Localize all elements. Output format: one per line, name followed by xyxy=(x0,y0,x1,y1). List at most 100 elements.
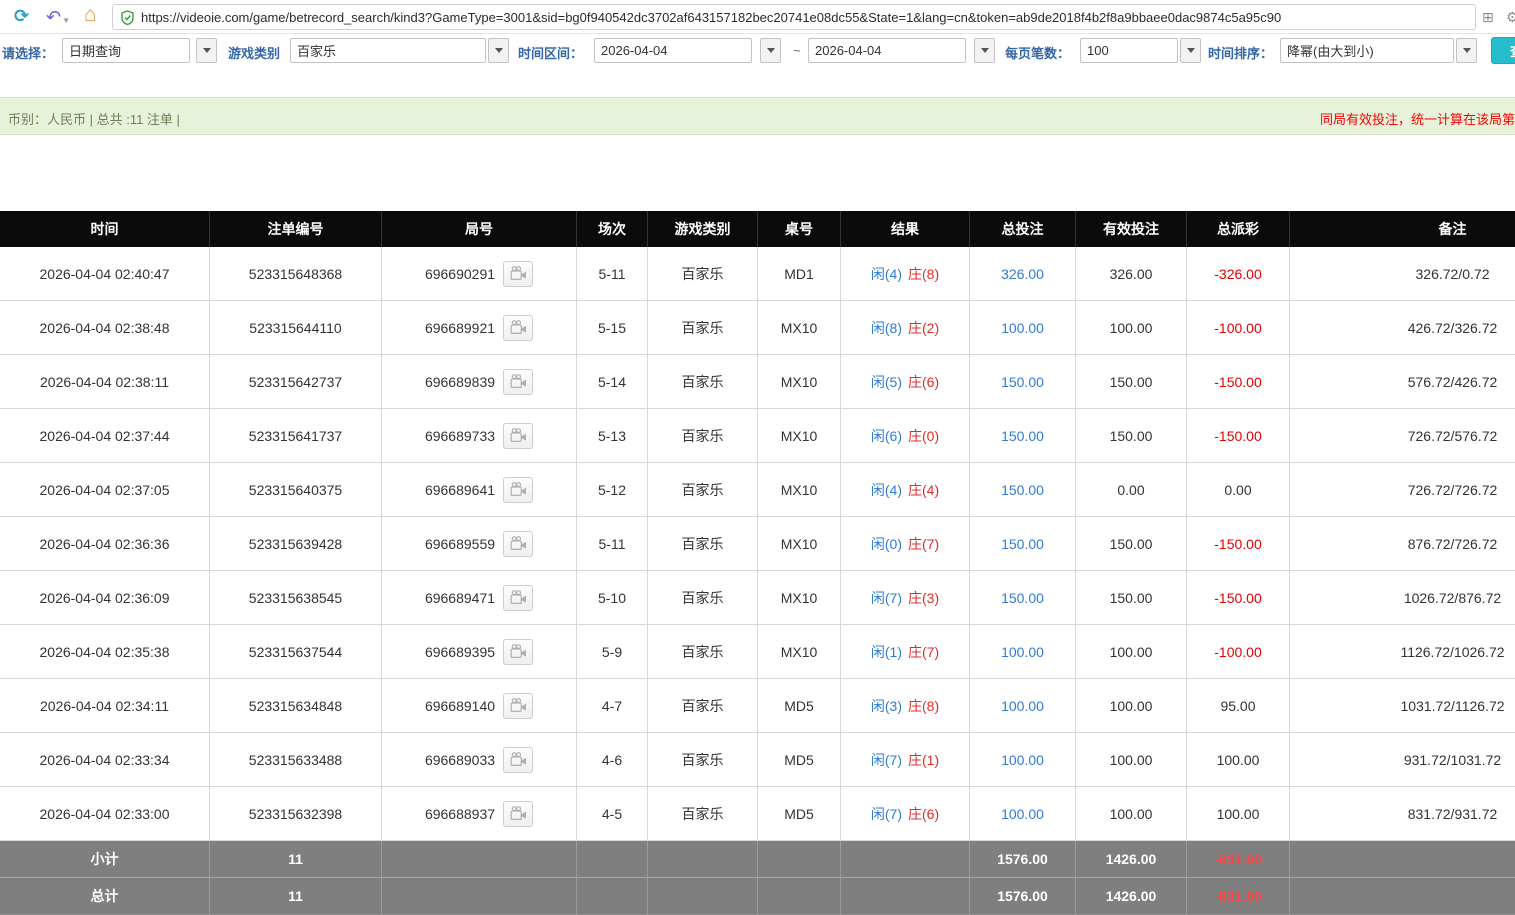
cell-result: 闲(7) 庄(3) xyxy=(841,571,970,625)
cell-session: 5-14 xyxy=(577,355,648,409)
url-text[interactable]: https://videoie.com/game/betrecord_searc… xyxy=(141,10,1281,25)
result-banker: 庄(8) xyxy=(908,265,940,282)
cell-total-bet[interactable]: 150.00 xyxy=(970,463,1076,517)
date-from-dropdown-arrow-icon[interactable] xyxy=(760,38,781,63)
video-replay-button[interactable] xyxy=(503,638,534,665)
page-size-dropdown-arrow-icon[interactable] xyxy=(1180,38,1201,63)
cell-time: 2026-04-04 02:34:11 xyxy=(0,679,210,733)
table-row: 2026-04-04 02:37:44 523315641737 6966897… xyxy=(0,409,1515,463)
video-replay-button[interactable] xyxy=(503,260,534,287)
cell-valid-bet: 150.00 xyxy=(1076,517,1187,571)
cell-total-bet[interactable]: 326.00 xyxy=(970,247,1076,301)
cell-session: 5-10 xyxy=(577,571,648,625)
query-type-dropdown-arrow-icon[interactable] xyxy=(196,38,217,63)
undo-dropdown-caret-icon[interactable]: ▼ xyxy=(62,16,70,25)
cell-valid-bet: 150.00 xyxy=(1076,409,1187,463)
cell-session: 5-12 xyxy=(577,463,648,517)
cell-total-payout: -100.00 xyxy=(1187,625,1290,679)
cell-round: 696689033 xyxy=(382,733,577,787)
table-row: 2026-04-04 02:33:00 523315632398 6966889… xyxy=(0,787,1515,841)
cell-time: 2026-04-04 02:37:05 xyxy=(0,463,210,517)
undo-button[interactable]: ↶ ▼ xyxy=(46,7,70,28)
result-player: 闲(6) xyxy=(870,427,902,444)
apps-grid-icon[interactable]: ⊞ xyxy=(1482,9,1494,26)
cell-time: 2026-04-04 02:38:11 xyxy=(0,355,210,409)
game-category-input[interactable] xyxy=(290,38,486,63)
result-banker: 庄(2) xyxy=(908,319,940,336)
table-header-row: 时间 注单编号 局号 场次 游戏类别 桌号 结果 总投注 有效投注 总派彩 备注 xyxy=(0,211,1515,247)
cell-table-number: MX10 xyxy=(758,301,841,355)
cell-total-payout: -326.00 xyxy=(1187,247,1290,301)
column-header: 场次 xyxy=(577,211,648,247)
video-replay-button[interactable] xyxy=(503,800,534,827)
result-banker: 庄(0) xyxy=(908,427,940,444)
cell-valid-bet: 150.00 xyxy=(1076,355,1187,409)
time-sort-dropdown-arrow-icon[interactable] xyxy=(1456,38,1477,63)
cell-note: 1026.72/876.72 xyxy=(1290,571,1515,625)
game-category-dropdown-arrow-icon[interactable] xyxy=(488,38,509,63)
subtotal-count: 11 xyxy=(210,841,382,878)
cell-total-bet[interactable]: 100.00 xyxy=(970,625,1076,679)
total-row: 总计 11 1576.00 1426.00 -831.00 xyxy=(0,878,1515,915)
cell-round: 696689395 xyxy=(382,625,577,679)
cell-total-bet[interactable]: 150.00 xyxy=(970,517,1076,571)
cell-valid-bet: 100.00 xyxy=(1076,733,1187,787)
table-row: 2026-04-04 02:34:11 523315634848 6966891… xyxy=(0,679,1515,733)
column-header: 时间 xyxy=(0,211,210,247)
cell-table-number: MD5 xyxy=(758,787,841,841)
query-type-input[interactable] xyxy=(62,38,190,63)
cell-total-bet[interactable]: 100.00 xyxy=(970,733,1076,787)
cell-total-bet[interactable]: 150.00 xyxy=(970,355,1076,409)
cell-bet-number: 523315632398 xyxy=(210,787,382,841)
result-player: 闲(8) xyxy=(870,319,902,336)
table-row: 2026-04-04 02:37:05 523315640375 6966896… xyxy=(0,463,1515,517)
cell-session: 5-9 xyxy=(577,625,648,679)
column-header: 总派彩 xyxy=(1187,211,1290,247)
round-number: 696689395 xyxy=(424,643,496,660)
date-to-dropdown-arrow-icon[interactable] xyxy=(974,38,995,63)
cell-note: 726.72/726.72 xyxy=(1290,463,1515,517)
address-bar[interactable]: https://videoie.com/game/betrecord_searc… xyxy=(112,4,1476,30)
video-replay-button[interactable] xyxy=(503,422,534,449)
time-sort-input[interactable] xyxy=(1280,38,1454,63)
time-range-label: 时间区间： xyxy=(518,46,584,61)
reload-icon[interactable]: ⟳ xyxy=(14,7,29,25)
result-player: 闲(0) xyxy=(870,535,902,552)
cell-total-bet[interactable]: 150.00 xyxy=(970,571,1076,625)
cell-total-bet[interactable]: 100.00 xyxy=(970,787,1076,841)
page-size-input[interactable] xyxy=(1080,38,1178,63)
round-number: 696689641 xyxy=(424,481,496,498)
video-replay-button[interactable] xyxy=(503,692,534,719)
subtotal-payout: -831.00 xyxy=(1187,841,1290,878)
video-replay-button[interactable] xyxy=(503,530,534,557)
video-replay-button[interactable] xyxy=(503,584,534,611)
cell-note: 426.72/326.72 xyxy=(1290,301,1515,355)
cell-bet-number: 523315641737 xyxy=(210,409,382,463)
video-replay-button[interactable] xyxy=(503,368,534,395)
cell-time: 2026-04-04 02:33:00 xyxy=(0,787,210,841)
settings-icon[interactable]: ⚙ xyxy=(1506,9,1515,26)
cell-session: 5-15 xyxy=(577,301,648,355)
cell-total-bet[interactable]: 100.00 xyxy=(970,301,1076,355)
home-icon[interactable]: ⌂ xyxy=(84,4,97,25)
cell-game-type: 百家乐 xyxy=(648,571,758,625)
page: { "colors": { "accent_blue": "#3566a8", … xyxy=(0,0,1515,915)
column-header: 游戏类别 xyxy=(648,211,758,247)
cell-note: 576.72/426.72 xyxy=(1290,355,1515,409)
cell-result: 闲(4) 庄(4) xyxy=(841,463,970,517)
cell-total-bet[interactable]: 100.00 xyxy=(970,679,1076,733)
subtotal-total-bet: 1576.00 xyxy=(970,841,1076,878)
video-replay-button[interactable] xyxy=(503,314,534,341)
subtotal-row: 小计 11 1576.00 1426.00 -831.00 xyxy=(0,841,1515,878)
cell-total-bet[interactable]: 150.00 xyxy=(970,409,1076,463)
date-to-input[interactable] xyxy=(808,38,966,63)
cell-session: 4-5 xyxy=(577,787,648,841)
cell-valid-bet: 100.00 xyxy=(1076,679,1187,733)
video-replay-button[interactable] xyxy=(503,746,534,773)
search-button[interactable]: 查询 xyxy=(1491,37,1515,64)
result-player: 闲(4) xyxy=(870,481,902,498)
round-number: 696689733 xyxy=(424,427,496,444)
video-replay-button[interactable] xyxy=(503,476,534,503)
date-from-input[interactable] xyxy=(594,38,752,63)
total-valid-bet: 1426.00 xyxy=(1076,878,1187,915)
